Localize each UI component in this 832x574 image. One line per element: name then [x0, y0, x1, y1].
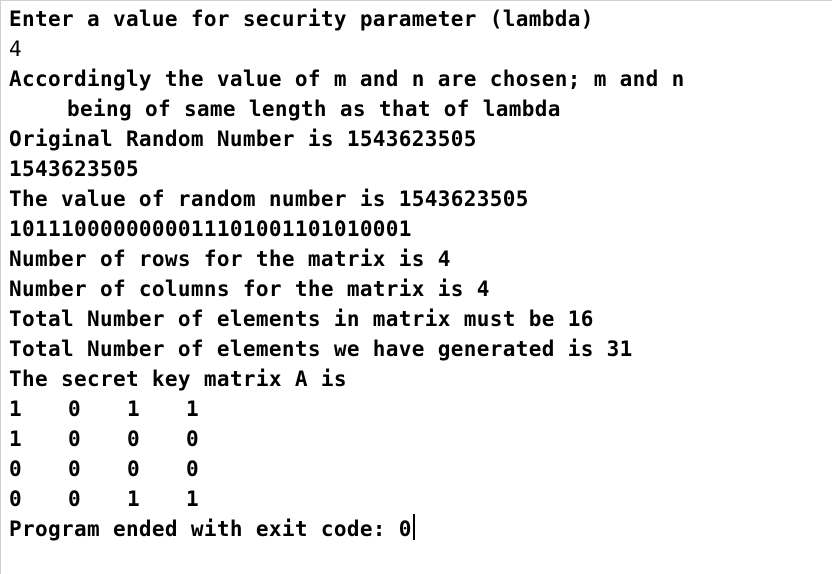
matrix-row: 0 0 1 1: [9, 484, 685, 514]
matrix-cell: 1: [186, 397, 199, 421]
matrix-cell: 1: [9, 427, 22, 451]
original-random-line: Original Random Number is 1543623505: [9, 127, 477, 151]
text-cursor[interactable]: [412, 514, 415, 540]
matrix-cell: 0: [127, 427, 140, 451]
total-required-line: Total Number of elements in matrix must …: [9, 307, 594, 331]
matrix-cell: 1: [127, 397, 140, 421]
console-text: Enter a value for security parameter (la…: [9, 4, 685, 544]
matrix-cell: 0: [186, 427, 199, 451]
user-input-line: 4: [9, 37, 22, 61]
prompt-line: Enter a value for security parameter (la…: [9, 7, 594, 31]
random-value-line: The value of random number is 1543623505: [9, 187, 529, 211]
matrix-row: 1 0 0 0: [9, 424, 685, 454]
console-output-pane[interactable]: Enter a value for security parameter (la…: [0, 0, 832, 574]
matrix-cell: 0: [186, 457, 199, 481]
matrix-cell: 1: [127, 487, 140, 511]
exit-message: Program ended with exit code: 0: [9, 517, 412, 541]
matrix-cell: 0: [68, 487, 81, 511]
total-generated-line: Total Number of elements we have generat…: [9, 337, 633, 361]
random-echo-line: 1543623505: [9, 157, 139, 181]
matrix-row: 0 0 0 0: [9, 454, 685, 484]
columns-line: Number of columns for the matrix is 4: [9, 277, 490, 301]
matrix-cell: 1: [186, 487, 199, 511]
choice-note-line: Accordingly the value of m and n are cho…: [9, 67, 685, 91]
binary-line: 1011100000000011101001101010001: [9, 217, 412, 241]
exit-line: Program ended with exit code: 0: [9, 514, 685, 544]
rows-line: Number of rows for the matrix is 4: [9, 247, 451, 271]
matrix-cell: 0: [9, 487, 22, 511]
matrix-cell: 0: [68, 397, 81, 421]
matrix-cell: 0: [9, 457, 22, 481]
matrix-cell: 0: [127, 457, 140, 481]
matrix-cell: 0: [68, 457, 81, 481]
matrix-row: 1 0 1 1: [9, 394, 685, 424]
choice-note-continuation: being of same length as that of lambda: [67, 97, 561, 121]
matrix-cell: 1: [9, 397, 22, 421]
matrix-heading-line: The secret key matrix A is: [9, 367, 347, 391]
matrix-cell: 0: [68, 427, 81, 451]
